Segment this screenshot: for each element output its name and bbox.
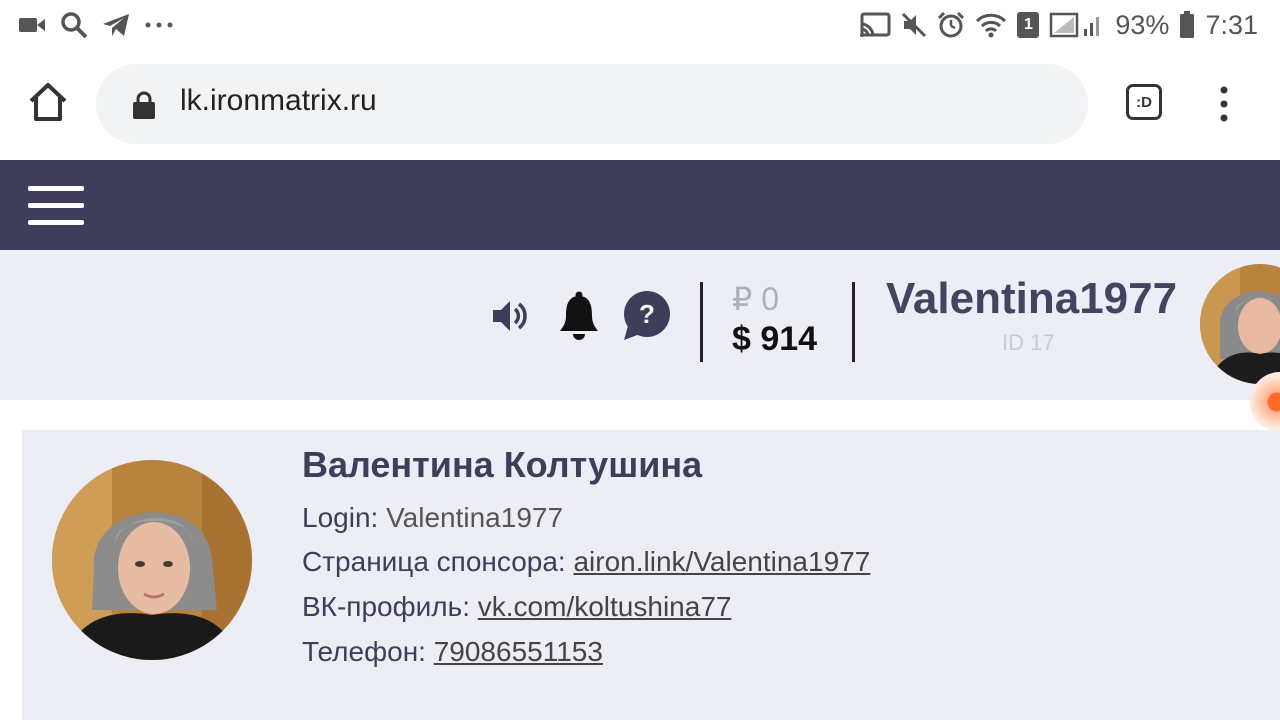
sim-badge: 1 [1017,12,1040,38]
vk-link[interactable]: vk.com/koltushina77 [478,591,732,622]
phone-label: Телефон: [302,636,426,667]
sim-badge-label: 1 [1023,16,1033,33]
search-icon [60,11,88,39]
more-vert-icon [1220,86,1228,122]
tab-switcher-button[interactable]: :D [1126,84,1162,120]
hamburger-line [28,186,84,191]
divider [852,282,855,362]
sponsor-link[interactable]: airon.link/Valentina1977 [573,546,870,577]
login-value: Valentina1977 [386,502,564,533]
video-camera-icon [18,15,46,35]
balance-rub: ₽ 0 [732,281,780,317]
svg-text:?: ? [639,299,655,329]
status-bar: 1 93% 7:31 [0,0,1280,50]
phone-link[interactable]: 79086551153 [434,636,603,667]
sponsor-label: Страница спонсора: [302,546,566,577]
speaker-icon [493,301,527,331]
sound-button[interactable] [490,296,530,341]
sponsor-row: Страница спонсора: airon.link/Valentina1… [302,546,870,578]
lock-icon [133,91,155,119]
hamburger-menu-button[interactable] [28,186,84,226]
battery-percent: 93% [1115,9,1170,40]
home-icon [29,83,67,121]
login-row: Login: Valentina1977 [302,502,563,534]
mute-icon [901,12,927,38]
more-icon [144,20,174,30]
vk-row: ВК-профиль: vk.com/koltushina77 [302,591,731,623]
login-label: Login: [302,502,379,533]
signal-icon [1049,11,1105,39]
avatar-photo [1200,264,1280,384]
header-username[interactable]: Valentina1977 [886,274,1177,324]
telegram-icon [102,12,130,38]
wifi-icon [975,12,1007,38]
profile-full-name: Валентина Колтушина [302,444,703,485]
help-button[interactable]: ? [622,290,672,347]
cast-icon [859,12,891,38]
browser-menu-button[interactable] [1214,84,1234,124]
hamburger-line [28,220,84,225]
tab-switcher-label: :D [1136,93,1152,111]
home-button[interactable] [26,80,70,124]
hamburger-line [28,203,84,208]
user-infobar: ? ₽ 0 $ 914 Valentina1977 ID 17 [0,250,1280,400]
url-text[interactable]: lk.ironmatrix.ru [180,84,377,118]
battery-icon [1179,11,1195,39]
profile-card: Валентина Колтушина Login: Valentina1977… [22,430,1280,720]
balance-usd: $ 914 [732,320,818,358]
alarm-icon [937,11,965,39]
clock-time: 7:31 [1205,9,1258,40]
browser-toolbar: lk.ironmatrix.ru :D [0,50,1280,160]
help-question-icon: ? [624,291,670,340]
divider [700,282,703,362]
header-user-id: ID 17 [1002,330,1055,355]
notifications-button[interactable] [558,290,600,347]
vk-label: ВК-профиль: [302,591,470,622]
profile-avatar [52,460,252,660]
address-bar[interactable]: lk.ironmatrix.ru [96,64,1088,144]
phone-row: Телефон: 79086551153 [302,636,603,668]
avatar-photo [52,460,252,660]
bell-icon [560,291,598,340]
header-avatar[interactable] [1200,264,1280,384]
site-navbar [0,160,1280,250]
